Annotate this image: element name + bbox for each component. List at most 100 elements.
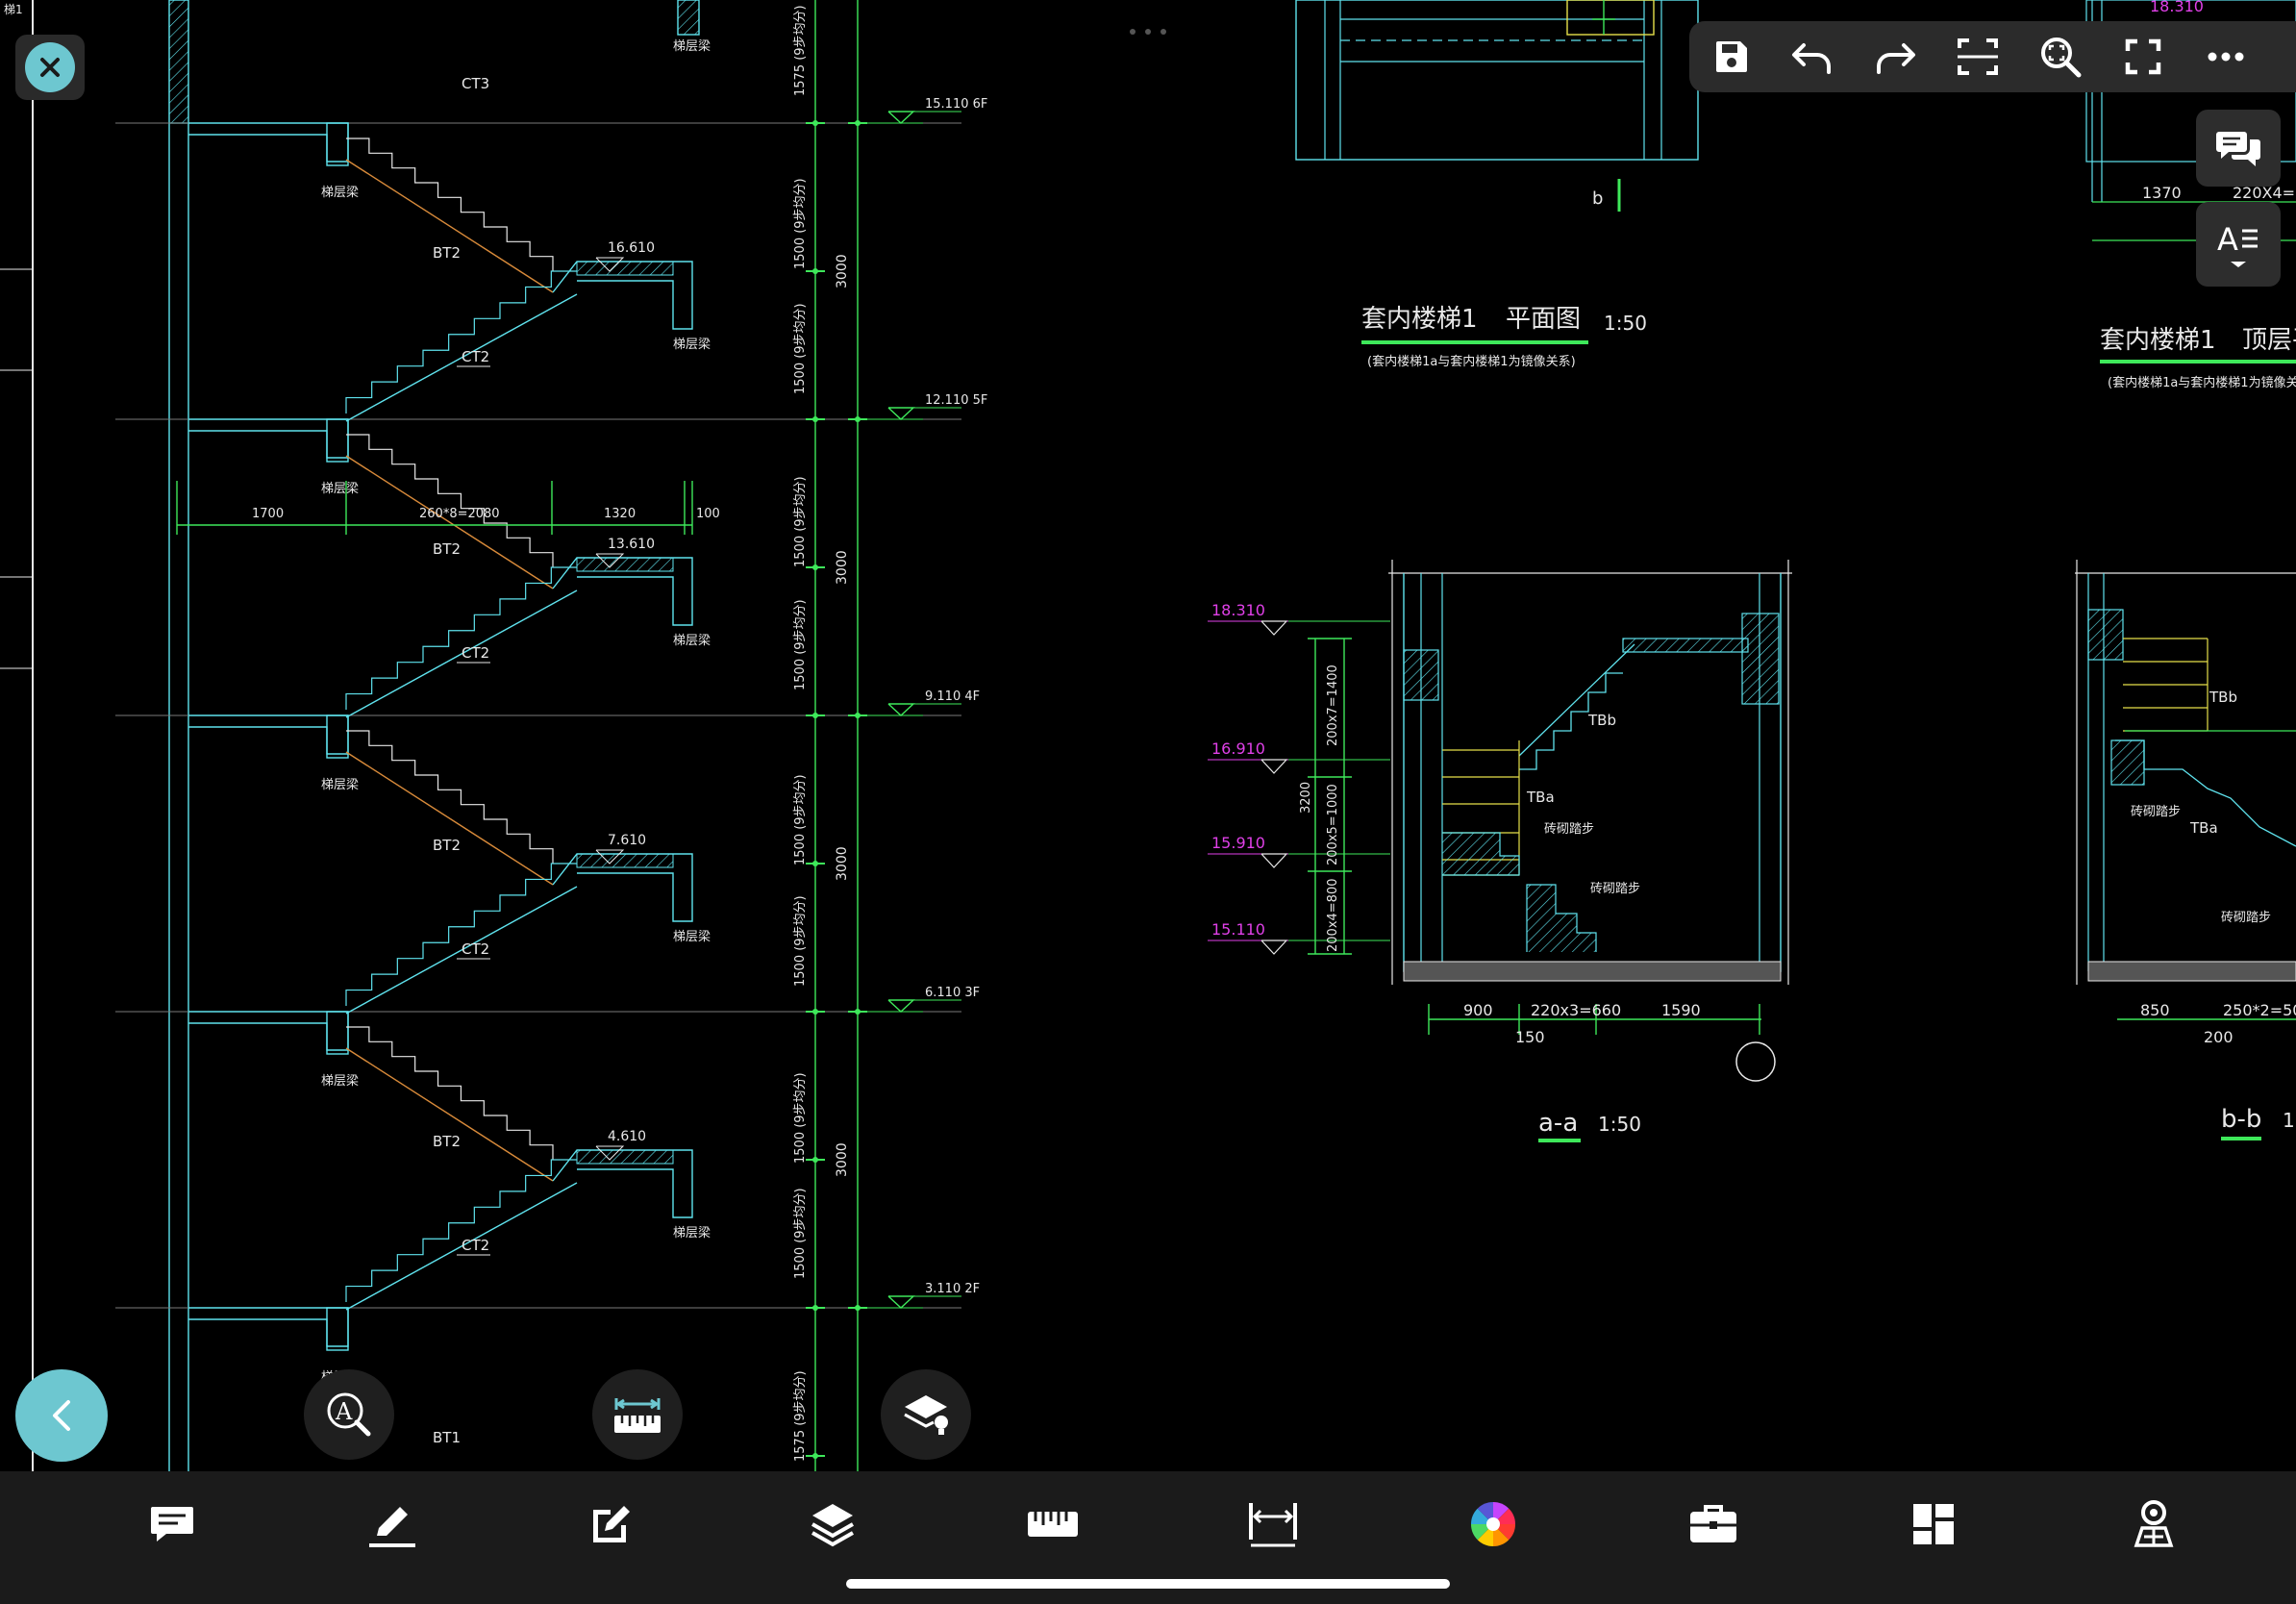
ruler-tool-button[interactable] xyxy=(1014,1491,1091,1558)
color-tool-button[interactable] xyxy=(1455,1491,1532,1558)
dimension-tool-button[interactable] xyxy=(1235,1491,1311,1558)
dim-node xyxy=(812,120,818,126)
section2-hdim-text: 250*2=500 xyxy=(2223,1001,2296,1019)
close-button[interactable] xyxy=(15,35,85,100)
stair-steps xyxy=(345,863,577,1006)
flight-label: BT2 xyxy=(433,837,461,854)
elevation-text: 9.110 4F xyxy=(925,689,980,704)
flight-label: CT3 xyxy=(462,75,489,92)
horizontal-dim-text: 100 xyxy=(696,507,720,521)
comments-button[interactable] xyxy=(2196,110,2281,187)
section2-hatch xyxy=(2110,739,2145,786)
crop-button[interactable] xyxy=(1949,29,2007,85)
back-button[interactable] xyxy=(15,1369,108,1462)
zoom-extents-button[interactable] xyxy=(2032,29,2089,85)
dim-text-outer: 3000 xyxy=(835,1142,850,1177)
layers-tool-button[interactable] xyxy=(794,1491,871,1558)
section2-hdim-text: 200 xyxy=(2204,1028,2234,1046)
plan-scale: 1:50 xyxy=(1604,312,1647,335)
text-size-button[interactable]: A xyxy=(2196,202,2281,287)
layer-light-button[interactable] xyxy=(881,1369,971,1460)
flight-label: CT2 xyxy=(462,1237,489,1254)
section2-label: TBa xyxy=(2189,819,2218,837)
dim-text-inner: 1500 (9步均分) xyxy=(793,476,808,567)
toolbox-button[interactable] xyxy=(1675,1491,1752,1558)
more-button[interactable] xyxy=(2197,29,2255,85)
section-vdim-text: 200x4=800 xyxy=(1326,879,1340,952)
svg-text:A: A xyxy=(335,1398,353,1425)
flight-label: BT1 xyxy=(433,1429,461,1446)
fullscreen-button[interactable] xyxy=(2114,29,2172,85)
stair-slab xyxy=(345,159,554,293)
undo-icon xyxy=(1792,43,1831,74)
drag-handle[interactable] xyxy=(1127,21,1169,35)
layers-icon xyxy=(811,1504,854,1547)
beam-outline xyxy=(188,714,349,755)
section-label: 砖砌踏步 xyxy=(1544,822,1594,837)
right-title: 套内楼梯1 xyxy=(2100,326,2216,355)
plan-outline xyxy=(1295,0,1699,161)
section-elevation: 18.310 xyxy=(1211,601,1265,619)
flight-label: BT2 xyxy=(433,244,461,262)
home-indicator[interactable] xyxy=(846,1579,1450,1589)
comment-tool-button[interactable] xyxy=(134,1491,211,1558)
dim-node xyxy=(812,1305,818,1311)
section2-title: b-b xyxy=(2221,1105,2261,1134)
beam-label: 梯层梁 xyxy=(673,39,711,54)
dim-text-inner: 1500 (9步均分) xyxy=(793,895,808,987)
section-hatch xyxy=(1741,613,1780,705)
section-elevation: 16.910 xyxy=(1211,739,1265,758)
cad-drawing-canvas[interactable]: 梯1梯层梁梯层梁梯层梁梯层梁梯层梁BT2CT2梯层梁BT2CT2梯层梁BT2CT… xyxy=(0,0,2296,1604)
elevation-marker xyxy=(887,1295,915,1309)
section-hdim-text: 1590 xyxy=(1661,1001,1701,1019)
redo-button[interactable] xyxy=(1866,29,1924,85)
elevation-text: 3.110 2F xyxy=(925,1282,980,1296)
top-stub xyxy=(677,0,700,36)
beam-label: 梯层梁 xyxy=(673,1226,711,1241)
edit-icon xyxy=(593,1506,630,1542)
frame-label: 梯1 xyxy=(4,3,23,16)
text-size-icon: A xyxy=(2217,221,2258,267)
elevation-marker xyxy=(1260,853,1288,868)
section2-scale: 1: xyxy=(2283,1109,2296,1132)
section-label: TBa xyxy=(1526,789,1555,806)
left-wall-hatch xyxy=(168,0,189,124)
save-button[interactable] xyxy=(1703,29,1760,85)
dim-text-outer: 3000 xyxy=(835,550,850,585)
text-search-button[interactable]: A xyxy=(304,1369,394,1460)
section-slab xyxy=(1518,643,1635,757)
stair-steps xyxy=(345,270,577,414)
dim-node xyxy=(812,416,818,422)
section-hdim-text: 150 xyxy=(1515,1028,1545,1046)
plan2-dim-text: 1370 xyxy=(2142,184,2182,202)
measure-button[interactable] xyxy=(592,1369,683,1460)
dim-text-inner: 1500 (9步均分) xyxy=(793,599,808,690)
layout-button[interactable] xyxy=(1895,1491,1972,1558)
section-elevation: 15.110 xyxy=(1211,920,1265,939)
plan-title-suffix: 平面图 xyxy=(1506,305,1581,334)
plan-note: (套内楼梯1a与套内楼梯1为镜像关系) xyxy=(1367,354,1576,369)
pen-tool-button[interactable] xyxy=(354,1491,431,1558)
cad-viewer[interactable]: 梯1梯层梁梯层梁梯层梁梯层梁梯层梁BT2CT2梯层梁BT2CT2梯层梁BT2CT… xyxy=(0,0,2296,1604)
elevation-marker xyxy=(1260,940,1288,955)
landing-hatch xyxy=(576,1149,674,1165)
section-vdim-text: 200x5=1000 xyxy=(1326,784,1340,865)
landing-hatch xyxy=(576,853,674,868)
3d-view-button[interactable] xyxy=(2115,1491,2192,1558)
redo-icon xyxy=(1877,43,1915,74)
section-label: 砖砌踏步 xyxy=(1590,882,1640,896)
measure-icon xyxy=(614,1398,661,1433)
elevation-marker xyxy=(1260,620,1288,636)
beam-stub xyxy=(326,122,349,166)
beam-label: 梯层梁 xyxy=(321,482,359,496)
edit-tool-button[interactable] xyxy=(573,1491,650,1558)
undo-button[interactable] xyxy=(1784,29,1841,85)
dim-node xyxy=(812,1009,818,1015)
beam-label: 梯层梁 xyxy=(321,186,359,200)
dim-node xyxy=(855,120,861,126)
dim-text-inner: 1500 (9步均分) xyxy=(793,1188,808,1279)
comments-icon xyxy=(2216,132,2260,166)
beam-label: 梯层梁 xyxy=(673,634,711,648)
section2-label: 砖砌踏步 xyxy=(2131,805,2181,819)
plan-stair xyxy=(1566,0,1655,36)
